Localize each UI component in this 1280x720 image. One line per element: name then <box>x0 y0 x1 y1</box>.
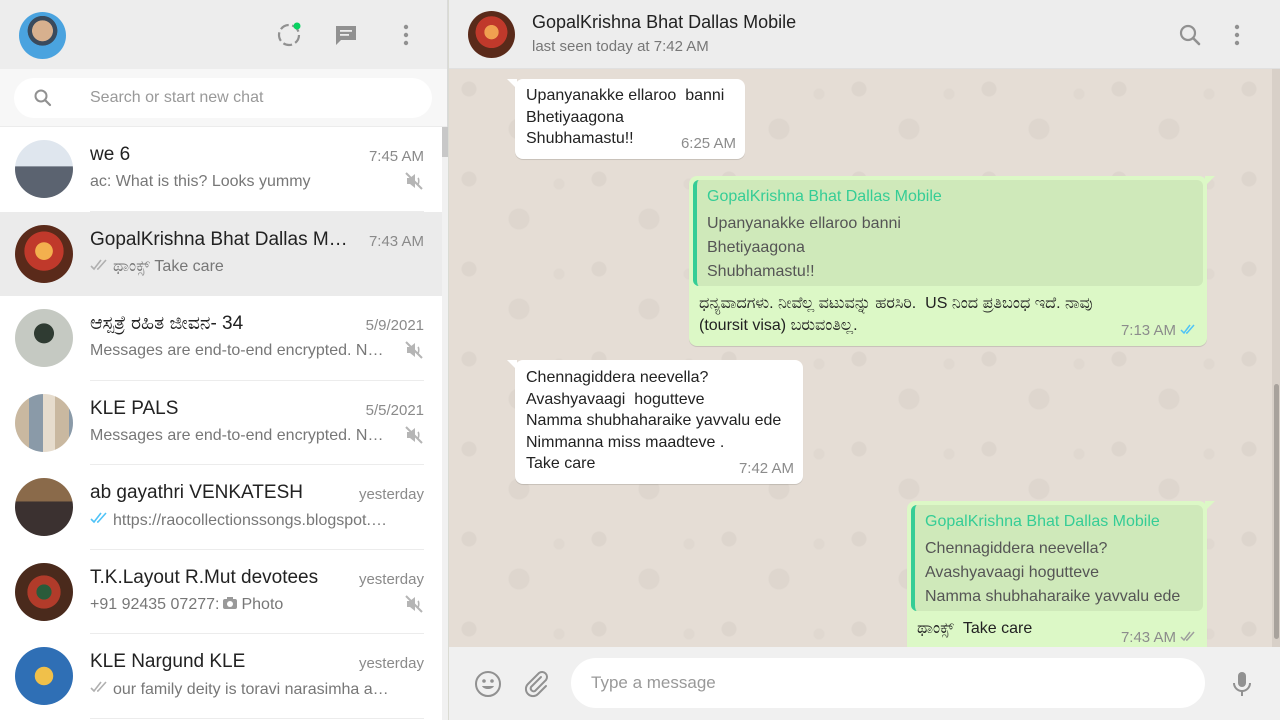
camera-icon <box>222 596 238 615</box>
message-area[interactable]: Upanyanakke ellaroo banni Bhetiyaagona S… <box>449 69 1272 647</box>
search-icon[interactable] <box>1177 22 1203 48</box>
contact-avatar[interactable] <box>468 11 515 58</box>
chat-name: KLE Nargund KLE <box>90 651 246 672</box>
chat-time: yesterday <box>358 570 424 588</box>
message-line: Namma shubhaharaike yavvalu ede <box>526 412 782 429</box>
mute-icon <box>404 425 424 450</box>
chat-list-pane: we 6 7:45 AM ac: What is this? Looks yum… <box>0 0 448 720</box>
mute-icon <box>404 594 424 619</box>
message-input[interactable] <box>571 658 1205 708</box>
quoted-message[interactable]: GopalKrishna Bhat Dallas Mobile Chennagi… <box>911 505 1203 611</box>
mute-icon <box>404 171 424 196</box>
chat-time: 5/5/2021 <box>365 401 424 419</box>
chat-name: T.K.Layout R.Mut devotees <box>90 566 319 588</box>
chat-name: GopalKrishna Bhat Dallas Mobile <box>90 228 350 250</box>
chat-avatar <box>15 224 73 283</box>
mic-icon[interactable] <box>1226 668 1258 700</box>
mute-icon <box>404 340 424 365</box>
search-box[interactable] <box>14 78 432 118</box>
chat-time: yesterday <box>358 486 424 503</box>
message-time: 6:25 AM <box>680 134 736 152</box>
chat-avatar <box>15 647 73 705</box>
message-time: 7:43 AM <box>1120 629 1176 646</box>
chat-row[interactable]: T.K.Layout R.Mut devotees yesterday +91 … <box>0 550 442 634</box>
search-input[interactable] <box>90 78 410 118</box>
chat-row[interactable]: ab gayathri VENKATESH yesterday https://… <box>0 465 442 550</box>
contact-last-seen: last seen today at 7:42 AM <box>532 38 709 55</box>
new-chat-icon[interactable] <box>333 22 359 48</box>
chat-preview: +91 92435 07277: Photo <box>90 596 284 615</box>
quoted-line: Bhetiyaagona <box>707 239 805 256</box>
double-check-icon <box>90 680 110 699</box>
quoted-line: Shubhamastu!! <box>707 263 815 280</box>
contact-name[interactable]: GopalKrishna Bhat Dallas Mobile <box>532 12 796 33</box>
message-outgoing[interactable]: GopalKrishna Bhat Dallas Mobile Chennagi… <box>907 501 1215 647</box>
chat-list-scrollbar[interactable] <box>442 127 448 720</box>
chat-preview: our family deity is toravi narasimha and… <box>90 680 390 699</box>
chat-row[interactable]: KLE Nargund KLE yesterday our family dei… <box>0 634 442 719</box>
chat-avatar <box>15 393 73 452</box>
message-line: ಥಾಂಕ್ಸ್ Take care <box>917 620 1033 637</box>
conversation-header[interactable]: GopalKrishna Bhat Dallas Mobile last see… <box>449 0 1280 69</box>
chat-row[interactable]: ಆಸ್ಪತ್ರೆ ರಹಿತ ಜೀವನ- 34 5/9/2021 Messages… <box>0 296 442 381</box>
chat-avatar <box>15 140 73 198</box>
chat-preview: ಥಾಂಕ್ಸ್ Take care <box>90 258 390 277</box>
conversation-pane: GopalKrishna Bhat Dallas Mobile last see… <box>449 0 1280 720</box>
message-line: Chennagiddera neevella? <box>526 369 709 386</box>
message-line: (toursit visa) ಬರುವಂತಿಲ್ಲ. <box>699 316 858 334</box>
message-line: Bhetiyaagona <box>526 108 624 126</box>
quoted-line: Namma shubhaharaike yavvalu ede <box>925 588 1181 605</box>
status-icon[interactable] <box>276 22 302 48</box>
message-line: Nimmanna miss maadteve . <box>526 433 725 451</box>
chat-row[interactable]: KLE PALS 5/5/2021 Messages are end-to-en… <box>0 381 442 465</box>
chat-avatar <box>15 309 73 367</box>
chat-avatar <box>15 478 73 536</box>
quoted-author: GopalKrishna Bhat Dallas Mobile <box>707 188 942 205</box>
message-scrollbar[interactable] <box>1272 69 1280 647</box>
menu-icon[interactable] <box>393 22 419 48</box>
chat-preview: Messages are end-to-end encrypted. No on… <box>90 342 390 359</box>
quoted-message[interactable]: GopalKrishna Bhat Dallas Mobile Upanyana… <box>693 180 1203 286</box>
chat-time: 7:45 AM <box>368 148 424 165</box>
chat-avatar <box>15 562 73 621</box>
chat-row[interactable]: GopalKrishna Bhat Dallas Mobile 7:43 AM … <box>0 211 442 296</box>
menu-icon[interactable] <box>1224 22 1250 48</box>
search-icon <box>33 88 53 113</box>
chat-name: ಆಸ್ಪತ್ರೆ ರಹಿತ ಜೀವನ- 34 <box>90 313 244 334</box>
sidebar-header <box>0 0 447 69</box>
attach-icon[interactable] <box>520 668 552 700</box>
message-incoming[interactable]: Upanyanakke ellaroo banni Bhetiyaagona S… <box>507 79 745 159</box>
quoted-line: Chennagiddera neevella? <box>925 540 1108 557</box>
chat-preview: https://raocollectionssongs.blogspot.com <box>90 511 390 530</box>
composer-bar <box>449 647 1280 720</box>
double-check-icon <box>1180 320 1198 342</box>
message-time: 7:13 AM <box>1120 321 1176 339</box>
chat-preview: Messages are end-to-end encrypted. No on… <box>90 426 390 444</box>
message-line: ಧನ್ಯವಾದಗಳು. ನೀವೆಲ್ಲ ವಟುವನ್ನು ಹರಸಿರಿ. US … <box>699 295 1093 312</box>
message-outgoing[interactable]: GopalKrishna Bhat Dallas Mobile Upanyana… <box>689 176 1215 346</box>
chat-time: 5/9/2021 <box>365 317 424 334</box>
my-avatar[interactable] <box>19 12 66 59</box>
message-time: 7:42 AM <box>738 459 794 477</box>
quoted-author: GopalKrishna Bhat Dallas Mobile <box>925 513 1160 530</box>
search-bar <box>0 69 447 127</box>
message-line: Upanyanakke ellaroo banni <box>526 87 725 104</box>
double-check-icon <box>1180 627 1198 647</box>
chat-name: we 6 <box>90 144 131 165</box>
chat-time: 7:43 AM <box>368 232 424 250</box>
emoji-icon[interactable] <box>472 668 504 700</box>
chat-preview: ac: What is this? Looks yummy <box>90 173 311 190</box>
quoted-line: Upanyanakke ellaroo banni <box>707 215 901 232</box>
chat-name: KLE PALS <box>90 397 179 419</box>
message-incoming[interactable]: Chennagiddera neevella? Avashyavaagi hog… <box>507 360 803 484</box>
quoted-line: Avashyavaagi hogutteve <box>925 564 1100 581</box>
double-check-icon <box>90 258 110 277</box>
chat-time: yesterday <box>358 655 424 672</box>
chat-row[interactable]: we 6 7:45 AM ac: What is this? Looks yum… <box>0 127 442 212</box>
double-check-icon <box>90 511 110 530</box>
message-line: Avashyavaagi hogutteve <box>526 390 705 408</box>
chat-name: ab gayathri VENKATESH <box>90 482 303 503</box>
chat-list: we 6 7:45 AM ac: What is this? Looks yum… <box>0 127 442 720</box>
